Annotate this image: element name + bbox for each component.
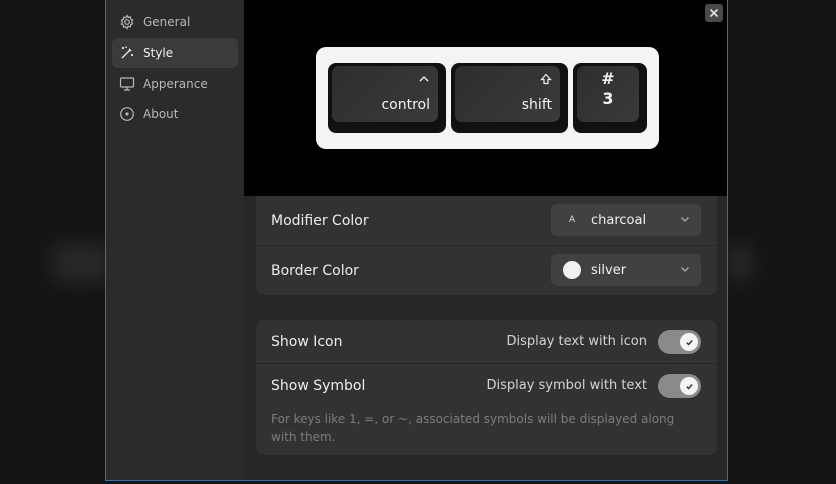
modifier-color-label: Modifier Color [271, 212, 369, 229]
sidebar-item-about[interactable]: About [112, 99, 238, 129]
key-three: # 3 [573, 63, 647, 133]
border-swatch [563, 261, 581, 279]
color-settings-panel: Modifier Color A charcoal Border Color s… [256, 196, 717, 295]
show-icon-label: Show Icon [271, 333, 343, 350]
chevron-down-icon [681, 217, 689, 222]
key-symbol: # [601, 69, 615, 88]
key-label: shift [521, 97, 552, 113]
sidebar-item-label: Style [143, 46, 174, 60]
show-symbol-label: Show Symbol [271, 377, 366, 394]
select-value: charcoal [591, 212, 647, 228]
checkmark-icon [685, 339, 693, 346]
info-circle-icon [119, 106, 135, 122]
keystroke-preview: control shift # 3 [244, 0, 727, 196]
sidebar-item-appearance[interactable]: Apperance [112, 69, 238, 99]
border-color-row: Border Color silver [256, 246, 717, 295]
style-settings-content: control shift # 3 Modifier Color A charc… [244, 0, 727, 480]
border-color-label: Border Color [271, 262, 359, 279]
modifier-swatch: A [569, 215, 576, 225]
key-shift: shift [451, 63, 568, 133]
close-icon [709, 8, 719, 18]
show-symbol-hint: Display symbol with text [486, 378, 647, 393]
key-label: control [381, 97, 430, 113]
gear-icon [119, 14, 135, 30]
sidebar-item-general[interactable]: General [112, 7, 238, 37]
key-control: control [328, 63, 446, 133]
sidebar-item-label: General [143, 15, 191, 29]
show-icon-toggle[interactable] [658, 330, 701, 354]
background-blur-right [728, 244, 752, 282]
sidebar-item-style[interactable]: Style [112, 38, 238, 68]
symbol-help-text: For keys like 1, =, or ~, associated sym… [271, 412, 675, 444]
chevron-down-icon [681, 267, 689, 272]
show-symbol-toggle[interactable] [658, 374, 701, 398]
show-icon-row: Show Icon Display text with icon [256, 320, 717, 363]
preview-card: control shift # 3 [316, 47, 659, 149]
monitor-icon [119, 76, 135, 92]
settings-window: General Style Apperance About control sh… [105, 0, 728, 481]
select-value: silver [591, 262, 627, 278]
show-icon-hint: Display text with icon [506, 334, 647, 349]
magic-wand-icon [119, 45, 135, 61]
background-blur-left [52, 244, 112, 282]
show-symbol-row: Show Symbol Display symbol with text [256, 364, 717, 407]
display-options-panel: Show Icon Display text with icon Show Sy… [256, 320, 717, 455]
checkmark-icon [685, 383, 693, 390]
modifier-color-select[interactable]: A charcoal [551, 204, 701, 236]
shift-arrow-icon [540, 73, 552, 88]
close-button[interactable] [705, 4, 723, 22]
caret-up-icon [418, 73, 430, 88]
border-color-select[interactable]: silver [551, 254, 701, 286]
key-number: 3 [602, 89, 614, 108]
modifier-color-row: Modifier Color A charcoal [256, 196, 717, 245]
sidebar: General Style Apperance About [106, 0, 244, 480]
sidebar-item-label: About [143, 107, 179, 121]
toggle-knob [680, 333, 698, 351]
sidebar-item-label: Apperance [143, 77, 208, 91]
toggle-knob [680, 377, 698, 395]
